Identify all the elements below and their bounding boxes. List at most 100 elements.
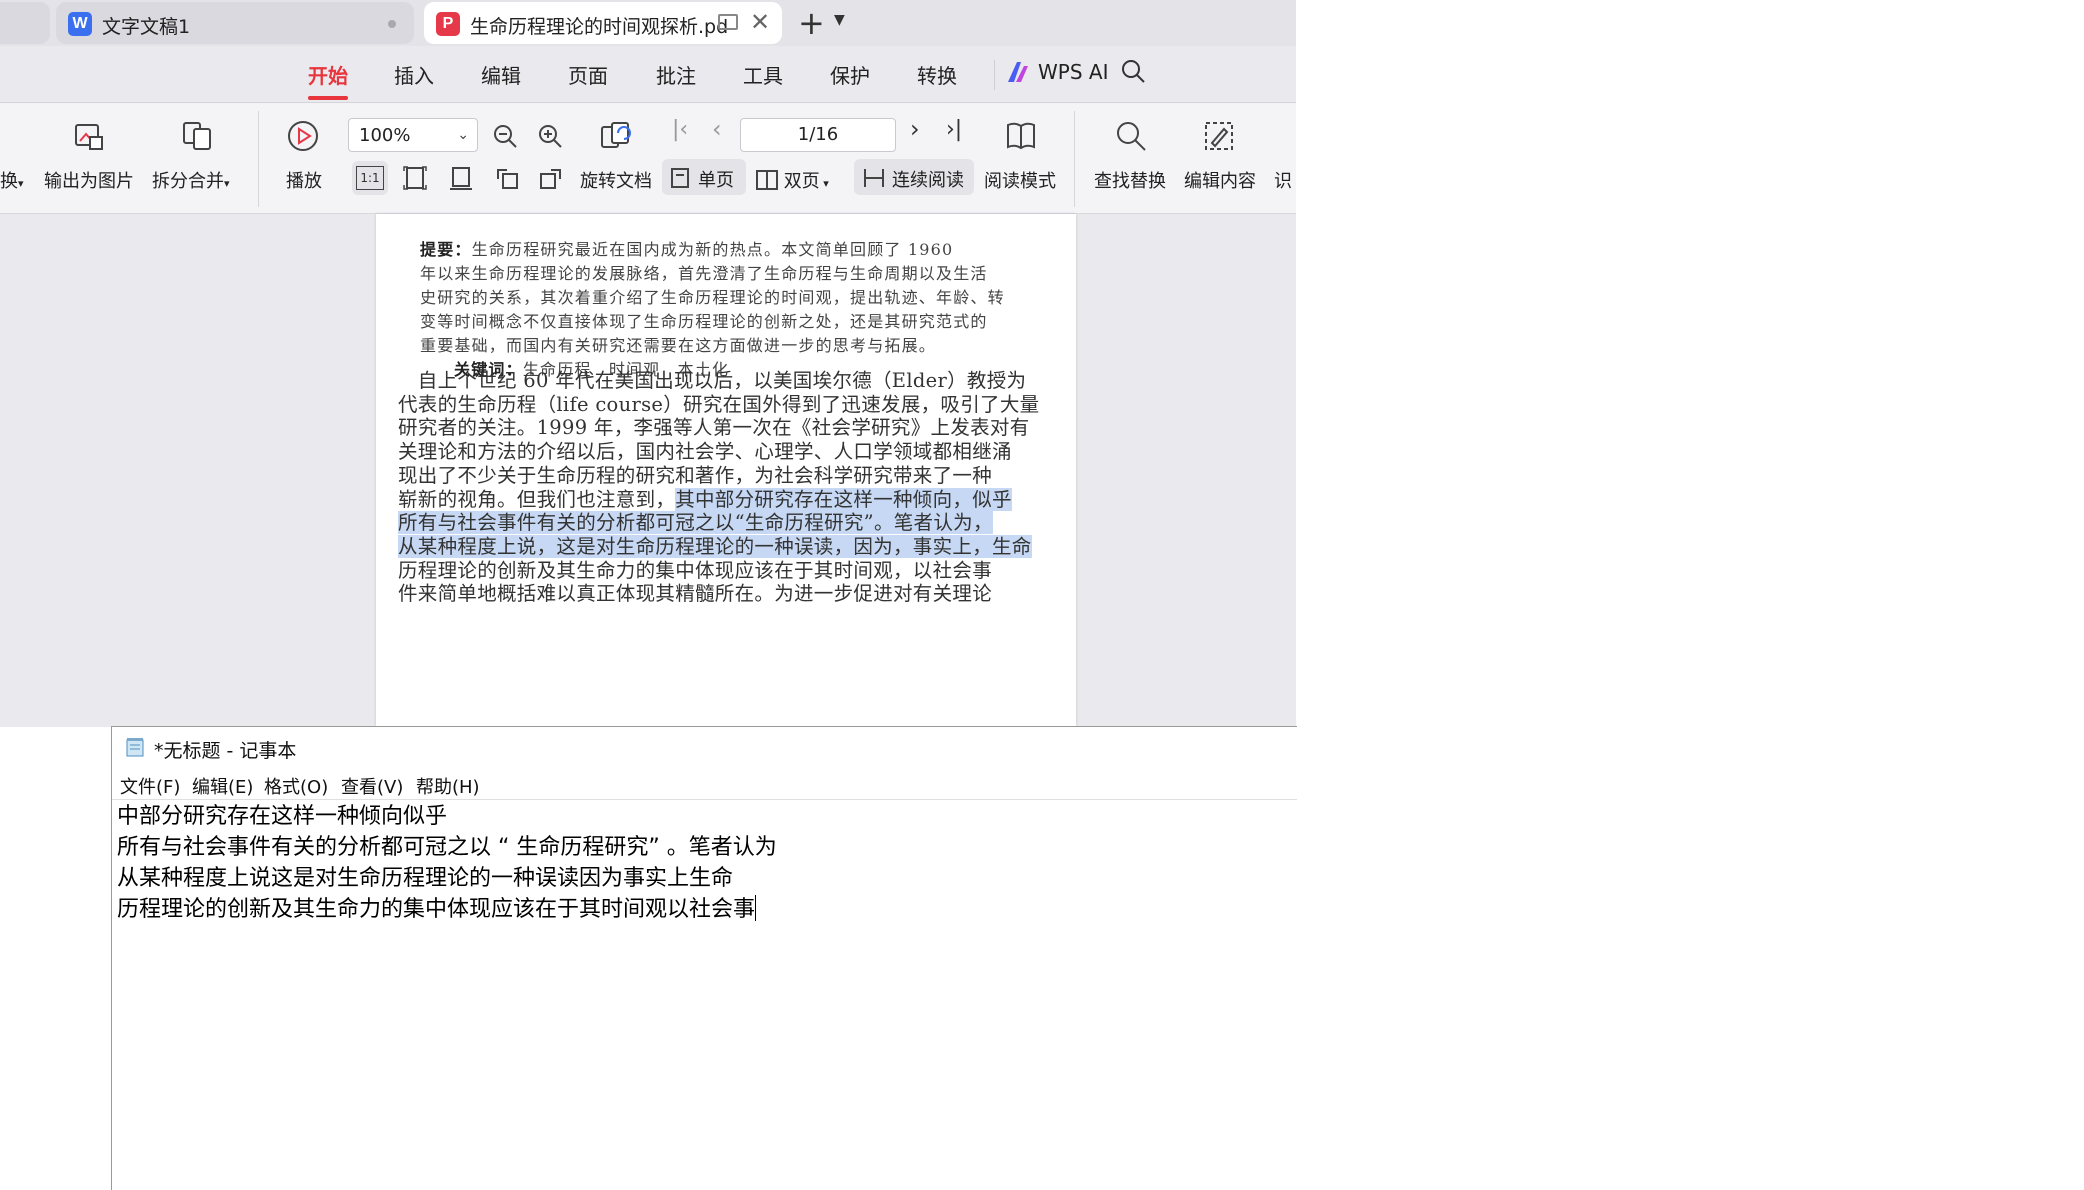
- zoom-in-icon[interactable]: [537, 123, 563, 149]
- next-page-icon[interactable]: ›: [910, 115, 920, 143]
- tab-document-1-label: 文字文稿1: [102, 16, 191, 38]
- toolbar-separator: [1074, 111, 1075, 207]
- menu-start[interactable]: 开始: [308, 60, 348, 89]
- abstract-line: 提要：生命历程研究最近在国内成为新的热点。本文简单回顾了 1960: [420, 240, 954, 259]
- read-mode-button[interactable]: 阅读模式: [984, 167, 1056, 193]
- export-image-button[interactable]: 输出为图片: [44, 167, 134, 193]
- body-line-text: 件来简单地概括难以真正体现其精髓所在。为进一步促进对有关理论: [398, 582, 993, 606]
- notepad-window: *无标题 - 记事本 文件(F) 编辑(E) 格式(O) 查看(V) 帮助(H)…: [111, 726, 1297, 1190]
- ribbon-menu-bar: 开始 插入 编辑 页面 批注 工具 保护 转换 WPS AI: [0, 46, 1296, 103]
- notepad-menu-view[interactable]: 查看(V): [341, 773, 403, 799]
- zoom-out-icon[interactable]: [492, 123, 518, 149]
- notepad-line: 所有与社会事件有关的分析都可冠之以 “ 生命历程研究” 。笔者认为: [117, 835, 777, 860]
- menu-convert[interactable]: 转换: [917, 60, 957, 89]
- tab-bar: W 文字文稿1 P 生命历程理论的时间观探析.pd ✕ + ▼: [0, 0, 1296, 46]
- unsaved-dot-icon: [388, 20, 396, 28]
- notepad-menu-file[interactable]: 文件(F): [120, 773, 180, 799]
- pdf-icon: P: [436, 12, 460, 36]
- actual-size-icon: 1:1: [356, 166, 384, 190]
- chevron-down-icon[interactable]: ▼: [834, 12, 845, 28]
- split-merge-icon: [183, 122, 211, 150]
- zoom-value: 100%: [359, 125, 411, 146]
- abstract-line: 史研究的关系，其次着重介绍了生命历程理论的时间观，提出轨迹、年龄、转: [420, 288, 1005, 307]
- active-menu-indicator: [308, 96, 348, 100]
- body-line: 件来简单地概括难以真正体现其精髓所在。为进一步促进对有关理论: [398, 577, 992, 606]
- abstract-line: 年以来生命历程理论的发展脉络，首先澄清了生命历程与生命周期以及生活: [420, 264, 988, 283]
- notepad-line-text: 历程理论的创新及其生命力的集中体现应该在于其时间观以社会事: [117, 897, 756, 922]
- abstract-text: 生命历程研究最近在国内成为新的热点。本文简单回顾了 1960: [471, 240, 954, 259]
- notepad-menu-help[interactable]: 帮助(H): [416, 773, 480, 799]
- close-icon[interactable]: ✕: [750, 8, 770, 36]
- fit-width-icon[interactable]: [448, 165, 474, 191]
- find-replace-icon: [1117, 122, 1146, 151]
- search-icon[interactable]: [1120, 58, 1146, 84]
- menu-divider: [994, 60, 995, 90]
- fit-page-icon[interactable]: [402, 165, 428, 191]
- notepad-menu-bar: 文件(F) 编辑(E) 格式(O) 查看(V) 帮助(H): [112, 769, 1297, 800]
- find-replace-button[interactable]: 查找替换: [1094, 167, 1166, 193]
- actual-size-button[interactable]: 1:1: [352, 161, 388, 195]
- double-page-label: 双页: [783, 171, 820, 192]
- notepad-menu-format[interactable]: 格式(O): [264, 773, 328, 799]
- page-number-value: 1/16: [797, 124, 839, 145]
- play-button[interactable]: 播放: [286, 167, 322, 193]
- wps-ai-logo-icon: [1008, 62, 1028, 82]
- play-icon: [288, 121, 318, 151]
- menu-wps-ai[interactable]: WPS AI: [1038, 60, 1108, 84]
- double-page-button[interactable]: 双页 ▾: [756, 167, 829, 193]
- menu-tools[interactable]: 工具: [743, 60, 783, 89]
- monitor-icon[interactable]: [718, 14, 738, 30]
- wps-writer-icon: W: [68, 12, 92, 36]
- text-caret: [755, 895, 757, 921]
- split-merge-button[interactable]: 拆分合并▾: [152, 167, 230, 193]
- single-page-label: 单页: [698, 170, 734, 191]
- export-image-icon: [75, 124, 103, 150]
- tab-left-stub[interactable]: [0, 2, 50, 44]
- single-page-button[interactable]: 单页: [662, 159, 746, 195]
- read-mode-icon: [1007, 122, 1035, 150]
- menu-edit[interactable]: 编辑: [481, 60, 521, 89]
- notepad-icon: [126, 738, 144, 757]
- continuous-read-label: 连续阅读: [892, 170, 964, 191]
- tab-pdf-label: 生命历程理论的时间观探析.pd: [470, 16, 729, 38]
- abstract-line: 变等时间概念不仅直接体现了生命历程理论的创新之处，还是其研究范式的: [420, 312, 988, 331]
- zoom-select[interactable]: 100% ⌄: [348, 118, 478, 152]
- split-merge-label: 拆分合并: [152, 171, 224, 192]
- menu-protect[interactable]: 保护: [830, 60, 870, 89]
- edit-content-icon: [1205, 122, 1233, 150]
- toolbar-separator: [258, 111, 259, 207]
- rotate-right-icon[interactable]: [538, 165, 564, 191]
- single-page-icon: [671, 168, 689, 188]
- previous-page-icon[interactable]: ‹: [712, 115, 722, 143]
- double-page-icon: [756, 170, 778, 190]
- notepad-line: 从某种程度上说这是对生命历程理论的一种误读因为事实上生命: [117, 866, 734, 891]
- continuous-read-button[interactable]: 连续阅读: [854, 159, 974, 195]
- last-page-icon[interactable]: ›|: [946, 117, 962, 142]
- recognize-button-cut[interactable]: 识: [1274, 167, 1292, 193]
- new-tab-button[interactable]: +: [798, 4, 825, 42]
- pdf-page: 提要：生命历程研究最近在国内成为新的热点。本文简单回顾了 1960 年以来生命历…: [376, 214, 1076, 727]
- continuous-read-icon: [864, 169, 884, 187]
- rotate-left-icon[interactable]: [494, 165, 520, 191]
- document-view[interactable]: 提要：生命历程研究最近在国内成为新的热点。本文简单回顾了 1960 年以来生命历…: [0, 214, 1296, 727]
- menu-annotate[interactable]: 批注: [656, 60, 696, 89]
- tab-document-1[interactable]: W 文字文稿1: [56, 2, 414, 44]
- notepad-line: 历程理论的创新及其生命力的集中体现应该在于其时间观以社会事: [117, 894, 777, 925]
- toolbar: 换▾ 输出为图片 拆分合并▾ 播放 100% ⌄ 1:1 旋转文档 |‹ ‹ 1…: [0, 103, 1296, 214]
- convert-label: 换: [0, 171, 18, 192]
- rotate-document-button[interactable]: 旋转文档: [580, 167, 652, 193]
- page-number-input[interactable]: 1/16: [740, 118, 896, 152]
- chevron-down-icon: ⌄: [457, 127, 469, 143]
- wps-window: W 文字文稿1 P 生命历程理论的时间观探析.pd ✕ + ▼ 开始 插入 编辑…: [0, 0, 1296, 727]
- notepad-line: 中部分研究存在这样一种倾向似乎: [117, 804, 448, 829]
- menu-insert[interactable]: 插入: [394, 60, 434, 89]
- first-page-icon[interactable]: |‹: [672, 117, 688, 142]
- edit-content-button[interactable]: 编辑内容: [1184, 167, 1256, 193]
- notepad-text-area[interactable]: 中部分研究存在这样一种倾向似乎 所有与社会事件有关的分析都可冠之以 “ 生命历程…: [117, 801, 777, 925]
- rotate-document-icon: [601, 122, 631, 148]
- menu-page[interactable]: 页面: [568, 60, 608, 89]
- convert-button-cut[interactable]: 换▾: [0, 167, 24, 193]
- abstract-line: 重要基础，而国内有关研究还需要在这方面做进一步的思考与拓展。: [420, 336, 937, 355]
- tab-pdf[interactable]: P 生命历程理论的时间观探析.pd ✕: [424, 2, 782, 44]
- notepad-menu-edit[interactable]: 编辑(E): [192, 773, 253, 799]
